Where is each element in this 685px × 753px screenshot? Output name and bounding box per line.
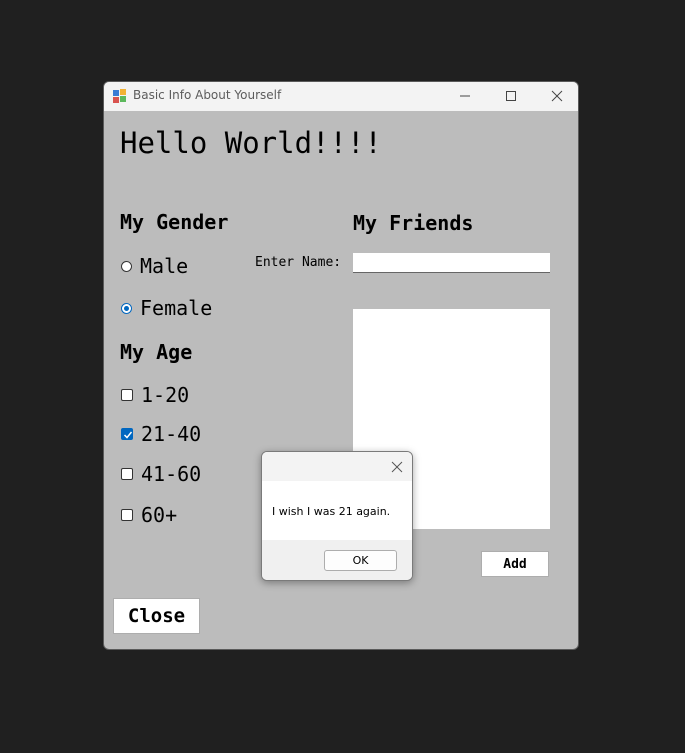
dialog-title-bar[interactable] (262, 452, 412, 481)
minimize-button[interactable] (442, 82, 488, 111)
radio-button-female[interactable] (121, 302, 132, 314)
age-label-21-40: 21-40 (141, 422, 202, 446)
checkbox-60-plus[interactable] (121, 509, 133, 521)
add-button[interactable]: Add (481, 551, 549, 577)
checkmark-icon (123, 431, 133, 439)
age-option-21-40[interactable]: 21-40 (121, 422, 202, 446)
radio-button-male[interactable] (121, 260, 132, 272)
window-title: Basic Info About Yourself (133, 88, 282, 102)
maximize-button[interactable] (488, 82, 534, 111)
dialog-message: I wish I was 21 again. (272, 505, 391, 518)
title-bar[interactable]: Basic Info About Yourself (104, 82, 578, 111)
checkbox-1-20[interactable] (121, 389, 133, 401)
checkbox-41-60[interactable] (121, 468, 133, 480)
app-icon (113, 89, 127, 103)
dialog-footer: OK (262, 540, 412, 580)
age-label-41-60: 41-60 (141, 462, 202, 486)
friends-heading: My Friends (353, 211, 474, 235)
age-label-60-plus: 60+ (141, 503, 178, 527)
gender-option-male[interactable]: Male (121, 254, 189, 278)
minimize-icon (460, 95, 470, 97)
age-option-1-20[interactable]: 1-20 (121, 383, 190, 407)
greeting-label: Hello World!!!! (120, 126, 382, 160)
close-button[interactable]: Close (113, 598, 200, 634)
age-heading: My Age (120, 340, 193, 364)
age-label-1-20: 1-20 (141, 383, 190, 407)
age-option-60-plus[interactable]: 60+ (121, 503, 178, 527)
age-option-41-60[interactable]: 41-60 (121, 462, 202, 486)
gender-heading: My Gender (120, 210, 229, 234)
male-label: Male (140, 254, 189, 278)
maximize-icon (506, 91, 516, 101)
close-icon (391, 461, 403, 473)
ok-button[interactable]: OK (324, 550, 397, 571)
enter-name-label: Enter Name: (255, 255, 342, 270)
close-window-button[interactable] (534, 82, 578, 111)
dialog-close-button[interactable] (388, 458, 406, 476)
message-dialog: I wish I was 21 again. OK (261, 451, 413, 581)
name-input[interactable] (353, 253, 550, 273)
close-icon (551, 90, 563, 102)
checkbox-21-40[interactable] (121, 428, 133, 440)
gender-option-female[interactable]: Female (121, 296, 213, 320)
female-label: Female (140, 296, 213, 320)
